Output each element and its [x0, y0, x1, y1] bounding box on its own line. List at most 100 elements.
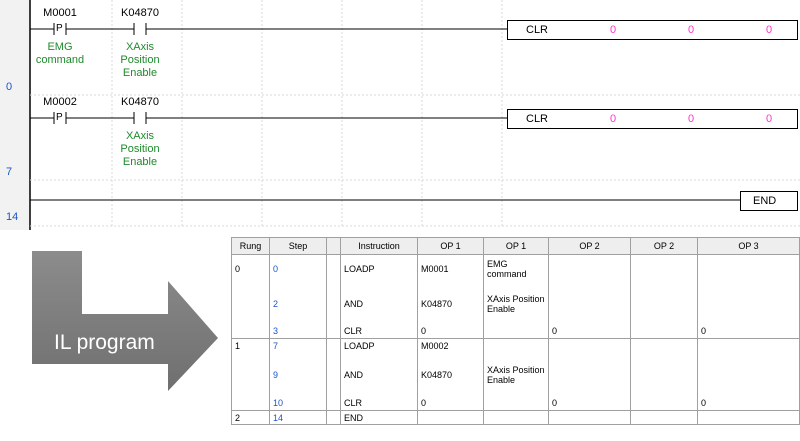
cell-op2: 0 — [548, 324, 631, 339]
rung-7-wiring — [30, 112, 507, 124]
cell-op2-comment — [630, 338, 698, 353]
comment-line: Enable — [122, 67, 158, 79]
cell-step: 0 — [269, 254, 327, 283]
cell-step: 2 — [269, 282, 327, 325]
cell-rung — [231, 324, 270, 339]
cell-instruction: LOADP — [340, 338, 418, 353]
cell-op2-comment — [630, 352, 698, 397]
cell-blank — [326, 396, 341, 411]
cell-op2-comment — [630, 282, 698, 325]
cell-op2 — [548, 338, 631, 353]
cell-op1-comment: XAxis Position Enable — [483, 282, 549, 325]
cell-op1-comment: EMG command — [483, 254, 549, 283]
header-instruction[interactable]: Instruction — [340, 237, 418, 255]
operand-value: 0 — [610, 113, 617, 125]
table-header-row: Rung Step Instruction OP 1 OP 1 OP 2 OP … — [231, 237, 800, 255]
cell-op3 — [697, 282, 800, 325]
contact-address[interactable]: K04870 — [110, 96, 170, 108]
table-row[interactable]: 3 CLR 0 0 0 — [231, 324, 800, 339]
cell-op1-comment — [483, 338, 549, 353]
contact-address[interactable]: M0001 — [30, 7, 90, 19]
cell-instruction: END — [340, 410, 418, 425]
comment-line: Position — [120, 54, 160, 66]
table-row[interactable]: 9 AND K04870 XAxis Position Enable — [231, 352, 800, 397]
contact-address[interactable]: M0002 — [30, 96, 90, 108]
cell-op2-comment — [630, 396, 698, 411]
table-row[interactable]: 2 14 END — [231, 410, 800, 425]
cell-op3 — [697, 410, 800, 425]
cell-op3 — [697, 338, 800, 353]
contact-comment: XAxis Position Enable — [105, 41, 175, 80]
cell-instruction: CLR — [340, 396, 418, 411]
cell-step: 9 — [269, 352, 327, 397]
header-op2-comment[interactable]: OP 2 — [630, 237, 698, 255]
cell-op2 — [548, 410, 631, 425]
header-rung[interactable]: Rung — [231, 237, 270, 255]
cell-op3 — [697, 352, 800, 397]
cell-op2: 0 — [548, 396, 631, 411]
cell-op1: K04870 — [417, 352, 484, 397]
arrow-label: IL program — [54, 331, 155, 354]
end-instruction-box[interactable]: END — [740, 191, 798, 211]
cell-op2-comment — [630, 410, 698, 425]
comment-line: EMG — [47, 41, 73, 53]
table-row[interactable]: 0 0 LOADP M0001 EMG command — [231, 254, 800, 283]
header-op1-comment[interactable]: OP 1 — [483, 237, 549, 255]
cell-rung — [231, 396, 270, 411]
cell-op1: 0 — [417, 324, 484, 339]
cell-blank — [326, 410, 341, 425]
table-row[interactable]: 2 AND K04870 XAxis Position Enable — [231, 282, 800, 325]
cell-op2-comment — [630, 324, 698, 339]
cell-op1: M0001 — [417, 254, 484, 283]
header-op2[interactable]: OP 2 — [548, 237, 631, 255]
cell-op2 — [548, 352, 631, 397]
header-step[interactable]: Step — [269, 237, 327, 255]
cell-instruction: AND — [340, 352, 418, 397]
operand-value: 0 — [766, 113, 773, 125]
cell-blank — [326, 338, 341, 353]
cell-instruction: AND — [340, 282, 418, 325]
cell-op3: 0 — [697, 396, 800, 411]
cell-step: 14 — [269, 410, 327, 425]
comment-line: XAxis — [125, 41, 155, 53]
cell-blank — [326, 352, 341, 397]
operand-value: 0 — [688, 113, 695, 125]
contact-comment: XAxis Position Enable — [105, 130, 175, 169]
cell-rung — [231, 352, 270, 397]
cell-rung: 0 — [231, 254, 270, 283]
header-op1[interactable]: OP 1 — [417, 237, 484, 255]
comment-line: XAxis — [125, 130, 155, 142]
header-op3[interactable]: OP 3 — [697, 237, 800, 255]
arrow-shape — [32, 251, 218, 391]
cell-op1-comment — [483, 410, 549, 425]
positive-edge-symbol: P — [56, 112, 63, 123]
cell-op2 — [548, 254, 631, 283]
cell-op1: K04870 — [417, 282, 484, 325]
cell-rung: 1 — [231, 338, 270, 353]
instruction-name: CLR — [526, 113, 549, 125]
cell-op2 — [548, 282, 631, 325]
cell-op3: 0 — [697, 324, 800, 339]
cell-rung: 2 — [231, 410, 270, 425]
cell-op1 — [417, 410, 484, 425]
header-blank — [326, 237, 341, 255]
contact-address[interactable]: K04870 — [110, 7, 170, 19]
rung-number: 14 — [6, 211, 19, 223]
cell-op1-comment — [483, 324, 549, 339]
cell-blank — [326, 282, 341, 325]
clr-instruction-box[interactable]: CLR 0 0 0 — [507, 109, 798, 129]
cell-blank — [326, 254, 341, 283]
cell-blank — [326, 324, 341, 339]
ladder-diagram: 0 7 14 M0001 P K04870 EMG command XAxis … — [0, 0, 800, 230]
cell-op1-comment: XAxis Position Enable — [483, 352, 549, 397]
cell-op3 — [697, 254, 800, 283]
comment-line: Position — [120, 143, 160, 155]
cell-rung — [231, 282, 270, 325]
table-row[interactable]: 1 7 LOADP M0002 — [231, 338, 800, 353]
table-row[interactable]: 10 CLR 0 0 0 — [231, 396, 800, 411]
rung-number: 0 — [6, 81, 13, 93]
comment-line: command — [35, 54, 85, 66]
cell-op1: 0 — [417, 396, 484, 411]
cell-op1: M0002 — [417, 338, 484, 353]
clr-instruction-box[interactable]: CLR 0 0 0 — [507, 20, 798, 40]
